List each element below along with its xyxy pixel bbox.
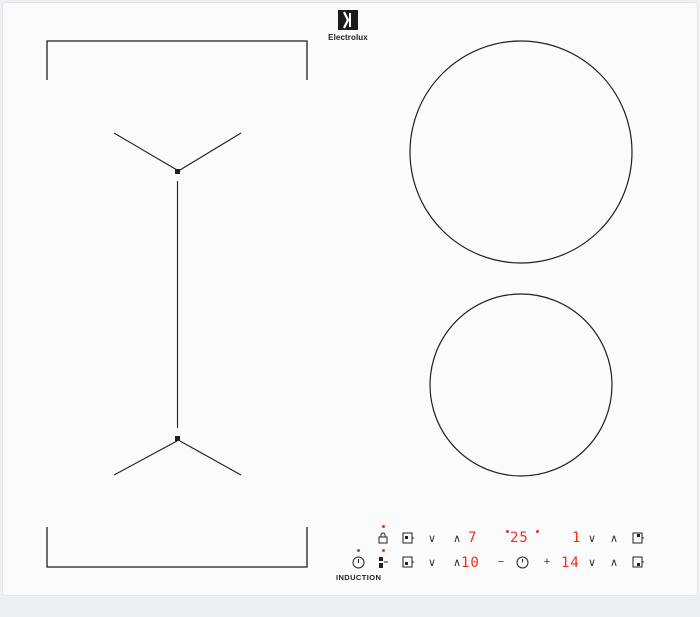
bridge-bottom-arm-right <box>179 440 242 476</box>
timer-clock-icon[interactable] <box>516 556 529 569</box>
zone-right-minus-button[interactable]: ∨ <box>585 532 599 546</box>
zone-left-bottom-bracket <box>46 527 308 568</box>
power-button-icon[interactable] <box>352 556 365 569</box>
zone-left-timer-display: 7 <box>468 530 478 546</box>
bridge-top-arm-left <box>113 132 178 171</box>
hob-markings <box>46 40 633 568</box>
brand-name: Electrolux <box>328 33 368 42</box>
electrolux-logo-icon <box>338 10 358 30</box>
timer-indicator-dot-right <box>536 530 539 533</box>
zone-left-plus-button[interactable]: ∧ <box>450 532 464 546</box>
lock-icon[interactable] <box>377 532 389 544</box>
zone-left-minus-button[interactable]: ∨ <box>425 532 439 546</box>
zone-right-plus-button[interactable]: ∧ <box>607 532 621 546</box>
bridge-bottom-node <box>175 436 180 441</box>
zone-left-top-bracket <box>46 40 308 80</box>
induction-label: INDUCTION <box>336 573 382 582</box>
zone-select-icon-left-bottom[interactable] <box>402 556 415 568</box>
power-indicator-dot <box>357 549 360 552</box>
zone-select-icon-right-bottom[interactable] <box>632 556 645 568</box>
timer-minus-button[interactable]: − <box>494 555 508 569</box>
bridge-function-icon[interactable] <box>378 556 389 569</box>
bridge-top-node <box>175 169 180 174</box>
timer-indicator-dot-left <box>506 530 509 533</box>
zone-front-right-circle <box>429 293 613 477</box>
zone-left-bottom-minus-button[interactable]: ∨ <box>425 556 439 570</box>
lock-indicator-dot <box>382 525 385 528</box>
zone-right-bottom-plus-button[interactable]: ∧ <box>607 556 621 570</box>
bridge-bottom-arm-left <box>113 440 178 476</box>
zone-rear-right-circle <box>409 40 633 264</box>
zone-left-power-display: 10 <box>461 555 480 571</box>
zone-select-icon-left-top[interactable] <box>402 532 415 544</box>
zone-select-icon-right-top[interactable] <box>632 532 645 544</box>
center-value-display: 14 <box>561 555 580 571</box>
zone-right-power-display: 1 <box>572 530 582 546</box>
zone-right-bottom-minus-button[interactable]: ∨ <box>585 556 599 570</box>
center-timer-display: 25 <box>510 530 529 546</box>
bridge-indicator-dot <box>382 549 385 552</box>
timer-plus-button[interactable]: + <box>540 555 554 569</box>
bridge-top-arm-right <box>179 132 242 171</box>
brand-logo-block: Electrolux <box>318 10 378 42</box>
